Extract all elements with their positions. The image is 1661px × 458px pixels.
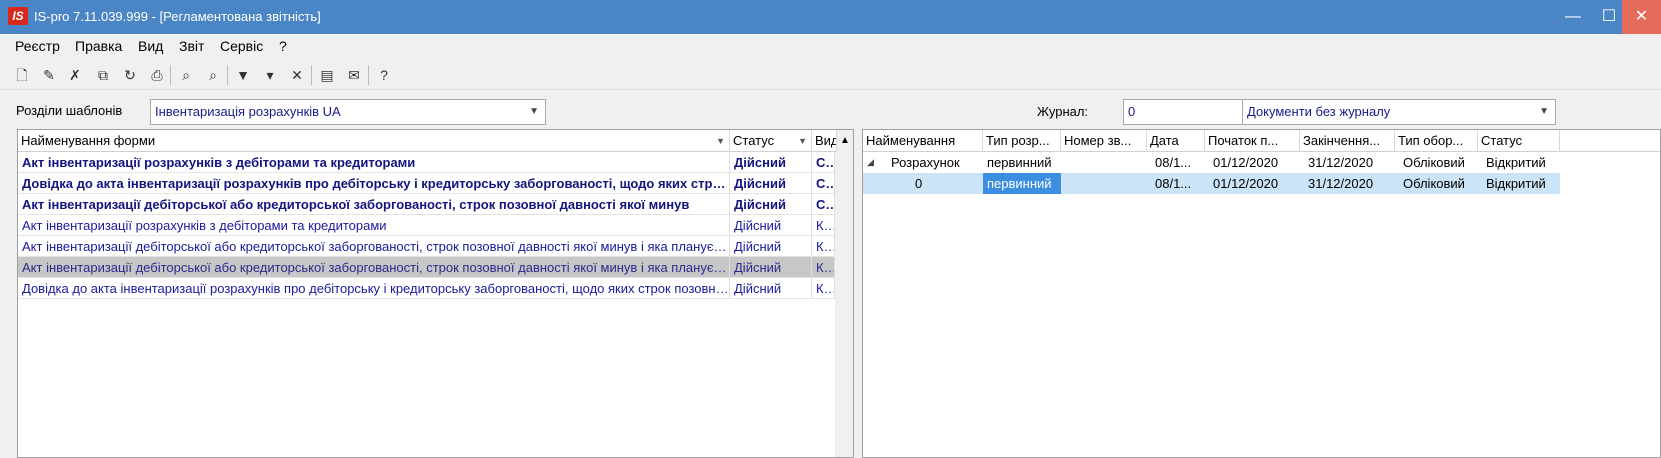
templates-label: Розділи шаблонів [16, 103, 123, 118]
document-icon[interactable]: ▤ [316, 64, 338, 86]
menu-edit[interactable]: Правка [75, 38, 122, 54]
toolbar: 🗋 ✎ ✗ ⧉ ↻ ⎙ ⌕ ⌕ ▼ ▾ ✕ ▤ ✉ ? [0, 60, 1661, 90]
print-icon[interactable]: ⎙ [146, 64, 168, 86]
templates-value: Інвентаризація розрахунків UA [155, 104, 341, 119]
col-status[interactable]: Статус [1478, 130, 1560, 152]
filter-icon[interactable]: ▼ [232, 64, 254, 86]
col-calc-type[interactable]: Тип розр... [983, 130, 1061, 152]
edit-doc-icon[interactable]: ✎ [38, 64, 60, 86]
forms-grid-header: Найменування форми ▼ Статус ▼ Вид ▲ [18, 130, 853, 152]
col-name[interactable]: Найменування [863, 130, 983, 152]
col-turnover-type[interactable]: Тип обор... [1395, 130, 1478, 152]
journal-code-field[interactable]: 0 [1123, 99, 1245, 125]
table-row-selected[interactable]: Акт інвентаризації дебіторської або кред… [18, 257, 835, 278]
filter-icon[interactable]: ▼ [716, 130, 725, 152]
title-bar: IS IS-pro 7.11.039.999 - [Регламентована… [0, 0, 1661, 34]
menu-registry[interactable]: Реєстр [15, 38, 60, 54]
chevron-down-icon[interactable]: ▼ [1539, 100, 1549, 124]
journal-combo[interactable]: Документи без журналу ▼ [1242, 99, 1556, 125]
col-status[interactable]: Статус ▼ [730, 130, 812, 152]
new-doc-icon[interactable]: 🗋 [11, 64, 33, 86]
refresh-icon[interactable]: ↻ [119, 64, 141, 86]
reports-grid: Найменування Тип розр... Номер зв... Дат… [862, 129, 1661, 458]
delete-doc-icon[interactable]: ✗ [64, 64, 86, 86]
col-date[interactable]: Дата [1147, 130, 1205, 152]
filter-add-icon[interactable]: ▾ [259, 64, 281, 86]
col-kind[interactable]: Вид [812, 130, 837, 152]
find-next-icon[interactable]: ⌕ [202, 64, 224, 86]
tree-row-selected[interactable]: 0 первинний 08/1... 01/12/2020 31/12/202… [863, 173, 1560, 194]
forms-grid: Найменування форми ▼ Статус ▼ Вид ▲ Акт ін… [17, 129, 854, 458]
scroll-up-icon[interactable]: ▲ [837, 130, 853, 152]
col-period-end[interactable]: Закінчення... [1300, 130, 1395, 152]
reports-grid-header: Найменування Тип розр... Номер зв... Дат… [863, 130, 1660, 152]
copy-doc-icon[interactable]: ⧉ [92, 64, 114, 86]
menu-help[interactable]: ? [279, 38, 287, 54]
vertical-scrollbar[interactable] [835, 152, 853, 457]
menu-report[interactable]: Звіт [179, 38, 204, 54]
filter-icon[interactable]: ▼ [798, 130, 807, 152]
table-row[interactable]: Довідка до акта інвентаризації розрахунк… [18, 278, 835, 299]
table-row[interactable]: Акт інвентаризації розрахунків з дебітор… [18, 152, 835, 173]
close-button[interactable]: ✕ [1622, 0, 1661, 34]
table-row[interactable]: Акт інвентаризації дебіторської або кред… [18, 194, 835, 215]
menu-view[interactable]: Вид [138, 38, 163, 54]
col-form-name[interactable]: Найменування форми ▼ [18, 130, 730, 152]
help-icon[interactable]: ? [373, 64, 395, 86]
chevron-down-icon[interactable]: ▼ [529, 100, 539, 124]
journal-label: Журнал: [1037, 104, 1089, 119]
filter-clear-icon[interactable]: ✕ [286, 64, 308, 86]
mail-icon[interactable]: ✉ [343, 64, 365, 86]
maximize-button[interactable]: ☐ [1592, 0, 1626, 34]
window-title: IS-pro 7.11.039.999 - [Регламентована зв… [34, 9, 321, 24]
expand-icon[interactable]: ◢ [863, 152, 883, 173]
table-row[interactable]: Акт інвентаризації розрахунків з дебітор… [18, 215, 835, 236]
journal-value: Документи без журналу [1247, 104, 1391, 119]
tree-row[interactable]: ◢ Розрахунок первинний 08/1... 01/12/202… [863, 152, 1560, 173]
app-logo-icon: IS [8, 7, 28, 25]
templates-combo[interactable]: Інвентаризація розрахунків UA ▼ [150, 99, 546, 125]
minimize-button[interactable]: — [1556, 0, 1590, 34]
menu-bar: Реєстр Правка Вид Звіт Сервіс ? [0, 34, 1661, 58]
find-icon[interactable]: ⌕ [175, 64, 197, 86]
table-row[interactable]: Акт інвентаризації дебіторської або кред… [18, 236, 835, 257]
col-report-number[interactable]: Номер зв... [1061, 130, 1147, 152]
table-row[interactable]: Довідка до акта інвентаризації розрахунк… [18, 173, 835, 194]
col-period-start[interactable]: Початок п... [1205, 130, 1300, 152]
menu-service[interactable]: Сервіс [220, 38, 263, 54]
